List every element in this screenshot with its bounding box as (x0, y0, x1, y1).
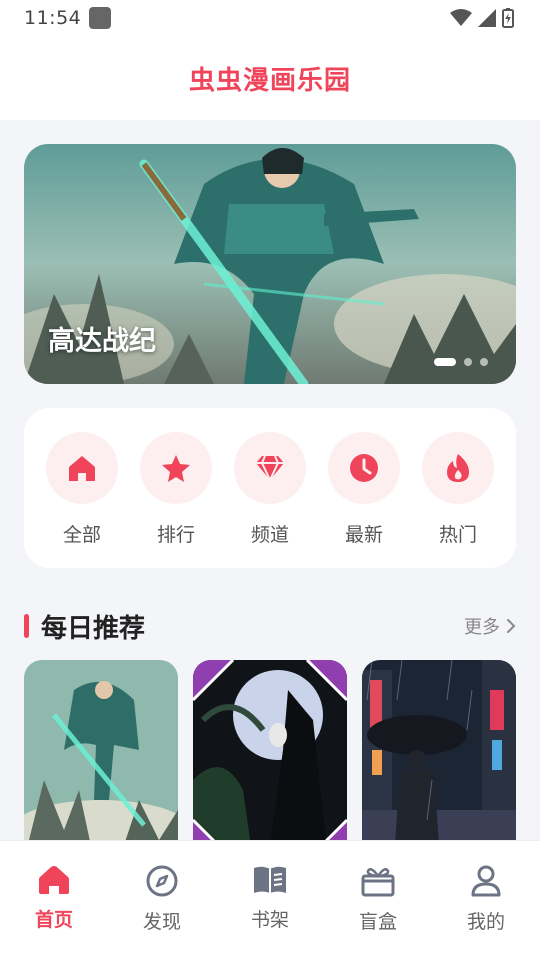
wifi-icon (450, 9, 472, 26)
banner-dot-active (434, 358, 456, 366)
swordsman-cover-image (24, 660, 178, 860)
nav-profile[interactable]: 我的 (446, 865, 526, 960)
category-label: 最新 (344, 524, 383, 546)
category-icon-bg (422, 432, 494, 504)
banner-pagination (434, 358, 488, 366)
clock-icon (350, 454, 378, 482)
category-icon-bg (140, 432, 212, 504)
daily-recommend-header: 每日推荐 更多 (24, 604, 516, 648)
category-label: 频道 (250, 524, 289, 546)
category-panel: 全部 排行 频道 最新 热门 (24, 408, 516, 568)
recommend-cards (24, 660, 516, 860)
star-icon (162, 455, 190, 482)
category-icon-bg (234, 432, 306, 504)
category-icon-bg (46, 432, 118, 504)
gift-box-icon (361, 868, 395, 897)
banner-dot (464, 358, 472, 366)
nav-label: 首页 (34, 909, 73, 931)
status-left: 11:54 (24, 7, 112, 29)
status-bar: 11:54 (0, 0, 540, 36)
compass-icon (146, 865, 178, 897)
nav-label: 发现 (142, 911, 181, 933)
nav-bookshelf[interactable]: 书架 (230, 865, 310, 960)
user-icon (471, 865, 501, 897)
nav-discover[interactable]: 发现 (122, 865, 202, 960)
status-right (450, 8, 514, 28)
banner-carousel[interactable]: 高达战纪 (24, 144, 516, 384)
app-notification-icon (89, 7, 112, 29)
category-all[interactable]: 全部 (46, 432, 118, 568)
more-label: 更多 (464, 617, 500, 638)
section-title-group: 每日推荐 (24, 608, 145, 645)
section-accent-bar (24, 614, 29, 638)
nav-label: 盲盒 (358, 911, 397, 933)
banner-title: 高达战纪 (48, 326, 156, 357)
battery-charging-icon (502, 8, 514, 28)
flame-icon (447, 454, 469, 482)
category-icon-bg (328, 432, 400, 504)
nav-label: 书架 (250, 909, 289, 931)
category-ranking[interactable]: 排行 (140, 432, 212, 568)
bottom-navigation: 首页 发现 书架 盲盒 我的 (0, 840, 540, 960)
chevron-right-icon (507, 619, 516, 633)
nav-label: 我的 (466, 911, 505, 933)
book-icon (254, 866, 286, 893)
app-header: 虫虫漫画乐园 (0, 36, 540, 120)
category-hot[interactable]: 热门 (422, 432, 494, 568)
masked-figure-cover-image (193, 660, 347, 860)
comic-card[interactable] (193, 660, 347, 860)
category-channel[interactable]: 频道 (234, 432, 306, 568)
signal-icon (478, 9, 496, 27)
section-title: 每日推荐 (41, 613, 146, 644)
banner-dot (480, 358, 488, 366)
status-time: 11:54 (24, 7, 82, 29)
home-icon (69, 456, 95, 481)
rainy-city-cover-image (362, 660, 516, 860)
category-label: 排行 (156, 524, 195, 546)
more-link[interactable]: 更多 (464, 613, 516, 639)
comic-card[interactable] (24, 660, 178, 860)
category-label: 热门 (438, 524, 477, 546)
category-label: 全部 (62, 524, 101, 546)
diamond-icon (256, 455, 284, 481)
app-title: 虫虫漫画乐园 (188, 65, 351, 96)
nav-blindbox[interactable]: 盲盒 (338, 865, 418, 960)
category-latest[interactable]: 最新 (328, 432, 400, 568)
home-icon (39, 866, 69, 894)
comic-card[interactable] (362, 660, 516, 860)
nav-home[interactable]: 首页 (14, 865, 94, 960)
